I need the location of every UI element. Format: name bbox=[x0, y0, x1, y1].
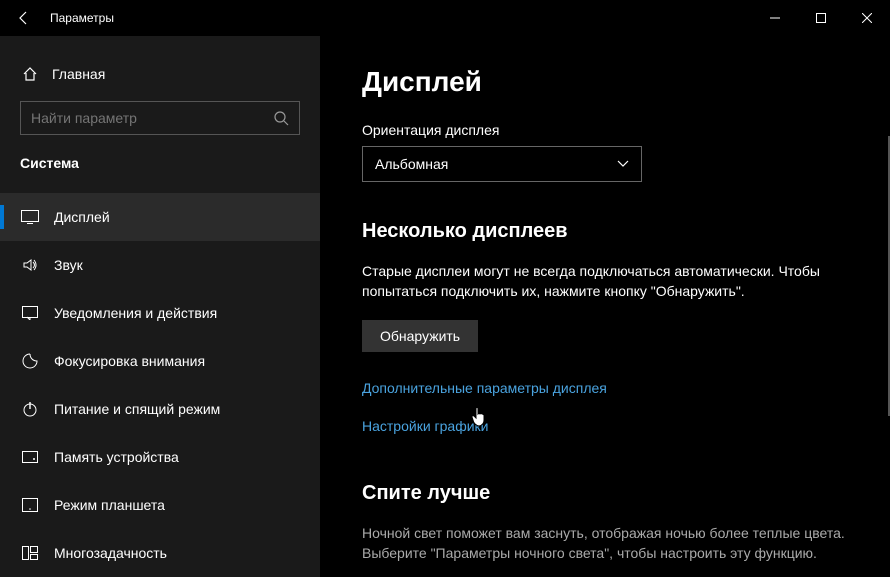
search-input[interactable] bbox=[31, 110, 273, 126]
sound-icon bbox=[20, 257, 40, 273]
nav-item-label: Фокусировка внимания bbox=[54, 353, 205, 369]
section-title: Система bbox=[0, 155, 320, 171]
scrollbar[interactable] bbox=[884, 36, 890, 577]
nav-item-label: Многозадачность bbox=[54, 545, 167, 561]
nav-list: Дисплей Звук Уведомления и действия Фоку… bbox=[0, 193, 320, 577]
nav-item-label: Питание и спящий режим bbox=[54, 401, 220, 417]
back-button[interactable] bbox=[0, 0, 48, 36]
nav-item-multitasking[interactable]: Многозадачность bbox=[0, 529, 320, 577]
close-button[interactable] bbox=[844, 0, 890, 36]
sidebar: Главная Система Дисплей Звук bbox=[0, 36, 320, 577]
multi-display-desc: Старые дисплеи могут не всегда подключат… bbox=[362, 261, 848, 302]
close-icon bbox=[862, 13, 872, 23]
window-title: Параметры bbox=[50, 11, 114, 25]
multitasking-icon bbox=[20, 546, 40, 560]
nav-item-label: Звук bbox=[54, 257, 83, 273]
orientation-value: Альбомная bbox=[375, 156, 617, 172]
detect-button[interactable]: Обнаружить bbox=[362, 320, 478, 352]
nav-item-label: Память устройства bbox=[54, 449, 179, 465]
sleep-desc: Ночной свет поможет вам заснуть, отображ… bbox=[362, 523, 848, 564]
nav-item-label: Режим планшета bbox=[54, 497, 165, 513]
home-link[interactable]: Главная bbox=[0, 64, 320, 83]
chevron-down-icon bbox=[617, 160, 629, 168]
tablet-icon bbox=[20, 498, 40, 512]
search-input-wrap[interactable] bbox=[20, 101, 300, 135]
content-pane: Дисплей Ориентация дисплея Альбомная Нес… bbox=[320, 36, 890, 577]
multi-display-heading: Несколько дисплеев bbox=[362, 220, 848, 243]
nav-item-storage[interactable]: Память устройства bbox=[0, 433, 320, 481]
nav-item-tablet[interactable]: Режим планшета bbox=[0, 481, 320, 529]
arrow-left-icon bbox=[16, 10, 32, 26]
nav-item-notifications[interactable]: Уведомления и действия bbox=[0, 289, 320, 337]
home-label: Главная bbox=[52, 66, 105, 82]
advanced-display-link[interactable]: Дополнительные параметры дисплея bbox=[362, 380, 848, 396]
minimize-icon bbox=[770, 13, 780, 23]
maximize-icon bbox=[816, 13, 826, 23]
nav-item-focus[interactable]: Фокусировка внимания bbox=[0, 337, 320, 385]
focus-icon bbox=[20, 353, 40, 369]
search-icon bbox=[273, 110, 289, 126]
titlebar: Параметры bbox=[0, 0, 890, 36]
orientation-select[interactable]: Альбомная bbox=[362, 146, 642, 182]
maximize-button[interactable] bbox=[798, 0, 844, 36]
notifications-icon bbox=[20, 306, 40, 320]
minimize-button[interactable] bbox=[752, 0, 798, 36]
orientation-label: Ориентация дисплея bbox=[362, 122, 848, 138]
nav-item-power[interactable]: Питание и спящий режим bbox=[0, 385, 320, 433]
nav-item-sound[interactable]: Звук bbox=[0, 241, 320, 289]
sleep-heading: Спите лучше bbox=[362, 482, 848, 505]
home-icon bbox=[20, 66, 40, 82]
power-icon bbox=[20, 401, 40, 417]
nav-item-label: Дисплей bbox=[54, 209, 110, 225]
page-title: Дисплей bbox=[362, 66, 848, 98]
nav-item-label: Уведомления и действия bbox=[54, 305, 217, 321]
graphics-settings-link[interactable]: Настройки графики bbox=[362, 418, 848, 434]
display-icon bbox=[20, 210, 40, 224]
nav-item-display[interactable]: Дисплей bbox=[0, 193, 320, 241]
storage-icon bbox=[20, 451, 40, 463]
